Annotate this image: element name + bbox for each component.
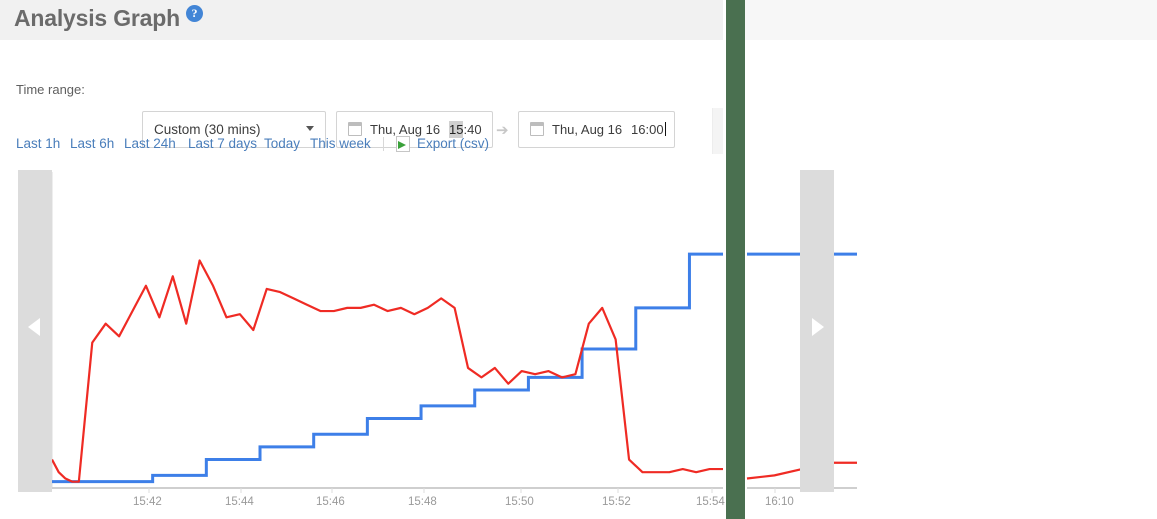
chart-plot-area (51, 172, 723, 493)
x-tick-label: 15:46 (316, 496, 345, 508)
calendar-icon (348, 122, 362, 136)
quick-range-this-week[interactable]: This week (310, 136, 371, 151)
time-range-toolbar: Time range: Custom (30 mins) Thu, Aug 16… (0, 40, 723, 154)
page-header: Analysis Graph ? (0, 0, 723, 40)
analysis-graph-page: Analysis Graph ? Time range: Custom (30 … (0, 0, 1157, 519)
calendar-icon (530, 122, 544, 136)
text-cursor (664, 122, 666, 136)
chart-panel: 15:42 15:44 15:46 15:48 15:50 15:52 15:54 (18, 170, 725, 519)
right-chart-panel: 16:10 (745, 170, 857, 519)
end-date-text: Thu, Aug 16 (552, 122, 623, 137)
time-range-label: Time range: (16, 82, 85, 97)
page-title: Analysis Graph (14, 5, 180, 31)
right-x-tick-label: 16:10 (765, 496, 794, 508)
help-circle-icon[interactable]: ? (186, 5, 203, 22)
x-tick-label: 15:48 (408, 496, 437, 508)
x-tick-label: 15:52 (602, 496, 631, 508)
right-panel-header (745, 0, 1157, 40)
end-time-text[interactable]: 16:00 (631, 122, 666, 137)
chart-next-button[interactable] (800, 170, 834, 492)
quick-range-today[interactable]: Today (264, 136, 300, 151)
quick-range-links: Last 1h Last 6h Last 24h Last 7 days Today Th… (0, 136, 723, 158)
quick-range-last-7-days[interactable]: Last 7 days (188, 136, 257, 151)
export-csv-icon[interactable] (396, 136, 410, 152)
quicklinks-separator (383, 137, 384, 151)
vertical-divider-band (726, 0, 745, 519)
chevron-left-icon (28, 318, 40, 336)
x-tick-label: 15:44 (225, 496, 254, 508)
start-date-text: Thu, Aug 16 (370, 122, 441, 137)
right-panel: 16:10 Total log file size tony-sql2017.)… (745, 0, 1157, 519)
x-tick-label: 15:50 (505, 496, 534, 508)
quick-range-last-6h[interactable]: Last 6h (70, 136, 114, 151)
time-range-select-value: Custom (30 mins) (154, 122, 261, 137)
x-tick-label: 15:42 (133, 496, 162, 508)
quick-range-last-24h[interactable]: Last 24h (124, 136, 176, 151)
end-hour-segment[interactable]: 16 (631, 122, 645, 137)
chart-prev-button[interactable] (18, 170, 52, 492)
quick-range-last-1h[interactable]: Last 1h (16, 136, 60, 151)
chevron-right-icon (812, 318, 824, 336)
start-minute-segment[interactable]: 40 (467, 122, 481, 137)
chevron-down-icon (306, 126, 314, 131)
export-csv-link[interactable]: Export (csv) (417, 136, 489, 151)
end-minute-segment[interactable]: 00 (649, 122, 663, 137)
start-time-text[interactable]: 15:40 (449, 121, 482, 138)
x-tick-label: 15:54 (696, 496, 725, 508)
